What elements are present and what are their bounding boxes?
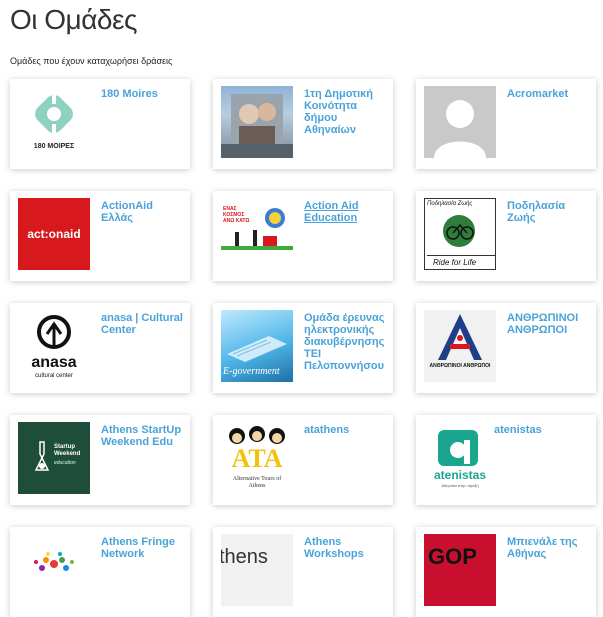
logo-text: atenistas [433, 468, 487, 482]
group-card[interactable]: Ποδηλασία Ζωής Ride for Life Ποδηλασία Ζ… [416, 191, 596, 281]
workshops-logo[interactable]: thens [221, 534, 293, 606]
group-card[interactable]: Acromarket [416, 79, 596, 169]
bicycle-logo[interactable]: Ποδηλασία Ζωής Ride for Life [424, 198, 496, 270]
logo-text: Ride for Life [433, 258, 477, 267]
group-card[interactable]: atenistas Αθηναίοι στην πράξη atenistas [416, 415, 596, 505]
group-name-link[interactable]: Acromarket [507, 88, 590, 100]
group-card[interactable]: 180 ΜΟΙΡΕΣ 180 Moires [10, 79, 190, 169]
logo-text: anasa [31, 354, 77, 371]
group-name-link[interactable]: Action Aid Education [304, 200, 387, 224]
group-card[interactable]: ΑΝΘΡΩΠΙΝΟΙ ΑΝΘΡΩΠΟΙ ΑΝΘΡΩΠΙΝΟΙ ΑΝΘΡΩΠΟΙ [416, 303, 596, 393]
logo-text: thens [221, 546, 268, 568]
group-card[interactable]: 1τη Δημοτική Κοινότητα δήμου Αθηναίων [213, 79, 393, 169]
page-title: Οι Ομάδες [10, 4, 137, 35]
group-card[interactable]: Startup Weekend education Athens StartUp… [10, 415, 190, 505]
logo-text: ATA [231, 444, 283, 473]
logo-text: act:onaid [27, 227, 81, 241]
group-name-link[interactable]: Ποδηλασία Ζωής [507, 200, 590, 224]
logo-subtext: Αθηναίοι στην πράξη [441, 483, 479, 488]
180-moires-logo[interactable]: 180 ΜΟΙΡΕΣ [18, 86, 90, 158]
group-card[interactable]: anasa cultural center anasa | Cultural C… [10, 303, 190, 393]
egovernment-logo[interactable]: E-government [221, 310, 293, 382]
page-subtitle: Ομάδες που έχουν καταχωρήσει δράσεις [10, 56, 173, 66]
group-name-link[interactable]: Μπιενάλε της Αθήνας [507, 536, 590, 560]
group-card[interactable]: act:onaid ActionAid Ελλάς [10, 191, 190, 281]
logo-subtext: education [54, 460, 76, 466]
fringe-logo[interactable] [18, 534, 90, 606]
startup-weekend-logo[interactable]: Startup Weekend education [18, 422, 90, 494]
group-card[interactable]: ΕΝΑΣ ΚΟΣΜΟΣ ΑΝΩ ΚΑΤΩ Action Aid Educatio… [213, 191, 393, 281]
logo-text: GOP [428, 544, 477, 569]
group-name-link[interactable]: atenistas [494, 424, 590, 436]
logo-text: Ποδηλασία Ζωής [427, 201, 473, 207]
mural-photo[interactable] [221, 86, 293, 158]
group-name-link[interactable]: anasa | Cultural Center [101, 312, 184, 336]
group-name-link[interactable]: 180 Moires [101, 88, 184, 100]
biennale-logo[interactable]: GOP [424, 534, 496, 606]
group-name-link[interactable]: Ομάδα έρευνας ηλεκτρονικής διακυβέρνησης… [304, 312, 387, 372]
logo-subtext: Alternative Tours of Athens [232, 476, 282, 489]
group-name-link[interactable]: Athens Workshops [304, 536, 387, 560]
group-card[interactable]: E-government Ομάδα έρευνας ηλεκτρονικής … [213, 303, 393, 393]
group-name-link[interactable]: 1τη Δημοτική Κοινότητα δήμου Αθηναίων [304, 88, 387, 136]
group-card[interactable]: GOP Μπιενάλε της Αθήνας [416, 527, 596, 617]
anthropinoi-logo[interactable]: ΑΝΘΡΩΠΙΝΟΙ ΑΝΘΡΩΠΟΙ [424, 310, 496, 382]
anasa-logo[interactable]: anasa cultural center [18, 310, 90, 382]
group-name-link[interactable]: Athens Fringe Network [101, 536, 184, 560]
group-name-link[interactable]: ΑΝΘΡΩΠΙΝΟΙ ΑΝΘΡΩΠΟΙ [507, 312, 590, 336]
group-card[interactable]: ATA Alternative Tours of Athens atathens [213, 415, 393, 505]
group-card[interactable]: thens Athens Workshops [213, 527, 393, 617]
logo-text: ΑΝΘΡΩΠΙΝΟΙ ΑΝΘΡΩΠΟΙ [429, 363, 491, 369]
logo-text: 180 ΜΟΙΡΕΣ [33, 143, 75, 150]
groups-grid: 180 ΜΟΙΡΕΣ 180 Moires 1τη Δημοτική Κοινό… [10, 79, 596, 617]
group-name-link[interactable]: atathens [304, 424, 387, 436]
logo-text: ΕΝΑΣ ΚΟΣΜΟΣ ΑΝΩ ΚΑΤΩ [223, 206, 250, 224]
ata-logo[interactable]: ATA Alternative Tours of Athens [221, 422, 293, 494]
logo-text: E-government [223, 366, 280, 377]
actionaid-logo[interactable]: act:onaid [18, 198, 90, 270]
default-avatar-icon[interactable] [424, 86, 496, 158]
atenistas-logo[interactable]: atenistas Αθηναίοι στην πράξη [424, 422, 496, 494]
logo-text: Startup Weekend [54, 444, 81, 457]
group-name-link[interactable]: ActionAid Ελλάς [101, 200, 184, 224]
group-card[interactable]: Athens Fringe Network [10, 527, 190, 617]
group-name-link[interactable]: Athens StartUp Weekend Edu [101, 424, 184, 448]
children-drawing-logo[interactable]: ΕΝΑΣ ΚΟΣΜΟΣ ΑΝΩ ΚΑΤΩ [221, 198, 293, 270]
logo-subtext: cultural center [35, 373, 73, 379]
